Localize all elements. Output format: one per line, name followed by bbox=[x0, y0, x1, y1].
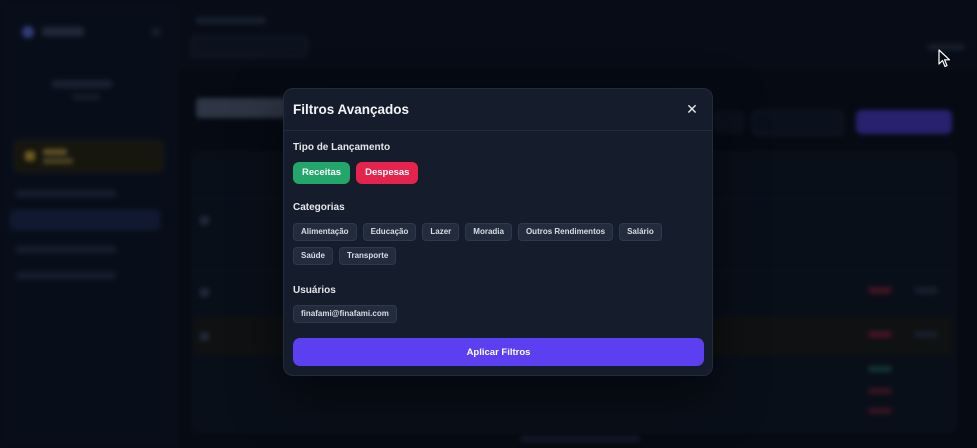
user-chips: finafami@finafami.com bbox=[293, 305, 702, 323]
category-chip-lazer[interactable]: Lazer bbox=[422, 223, 460, 241]
category-chip-moradia[interactable]: Moradia bbox=[465, 223, 512, 241]
apply-filters-button[interactable]: Aplicar Filtros bbox=[293, 338, 704, 366]
type-buttons: Receitas Despesas bbox=[293, 162, 702, 184]
advanced-filters-modal: Filtros Avançados ✕ Tipo de Lançamento R… bbox=[283, 88, 713, 376]
category-chips: Alimentação Educação Lazer Moradia Outro… bbox=[293, 223, 702, 265]
category-chip-alimentacao[interactable]: Alimentação bbox=[293, 223, 357, 241]
user-chip[interactable]: finafami@finafami.com bbox=[293, 305, 397, 323]
type-section-label: Tipo de Lançamento bbox=[293, 142, 391, 153]
income-filter-button[interactable]: Receitas bbox=[293, 162, 351, 184]
category-chip-transporte[interactable]: Transporte bbox=[339, 247, 397, 265]
category-chip-educacao[interactable]: Educação bbox=[362, 223, 417, 241]
categories-section-label: Categorias bbox=[293, 202, 345, 213]
mouse-cursor-icon bbox=[938, 49, 951, 68]
modal-header: Filtros Avançados ✕ bbox=[284, 89, 712, 131]
users-section-label: Usuários bbox=[293, 285, 336, 296]
expense-filter-button[interactable]: Despesas bbox=[356, 162, 419, 184]
category-chip-outros-rendimentos[interactable]: Outros Rendimentos bbox=[517, 223, 614, 241]
close-icon[interactable]: ✕ bbox=[684, 101, 700, 117]
category-chip-saude[interactable]: Saúde bbox=[293, 247, 334, 265]
modal-title: Filtros Avançados bbox=[293, 102, 410, 117]
category-chip-salario[interactable]: Salário bbox=[619, 223, 662, 241]
